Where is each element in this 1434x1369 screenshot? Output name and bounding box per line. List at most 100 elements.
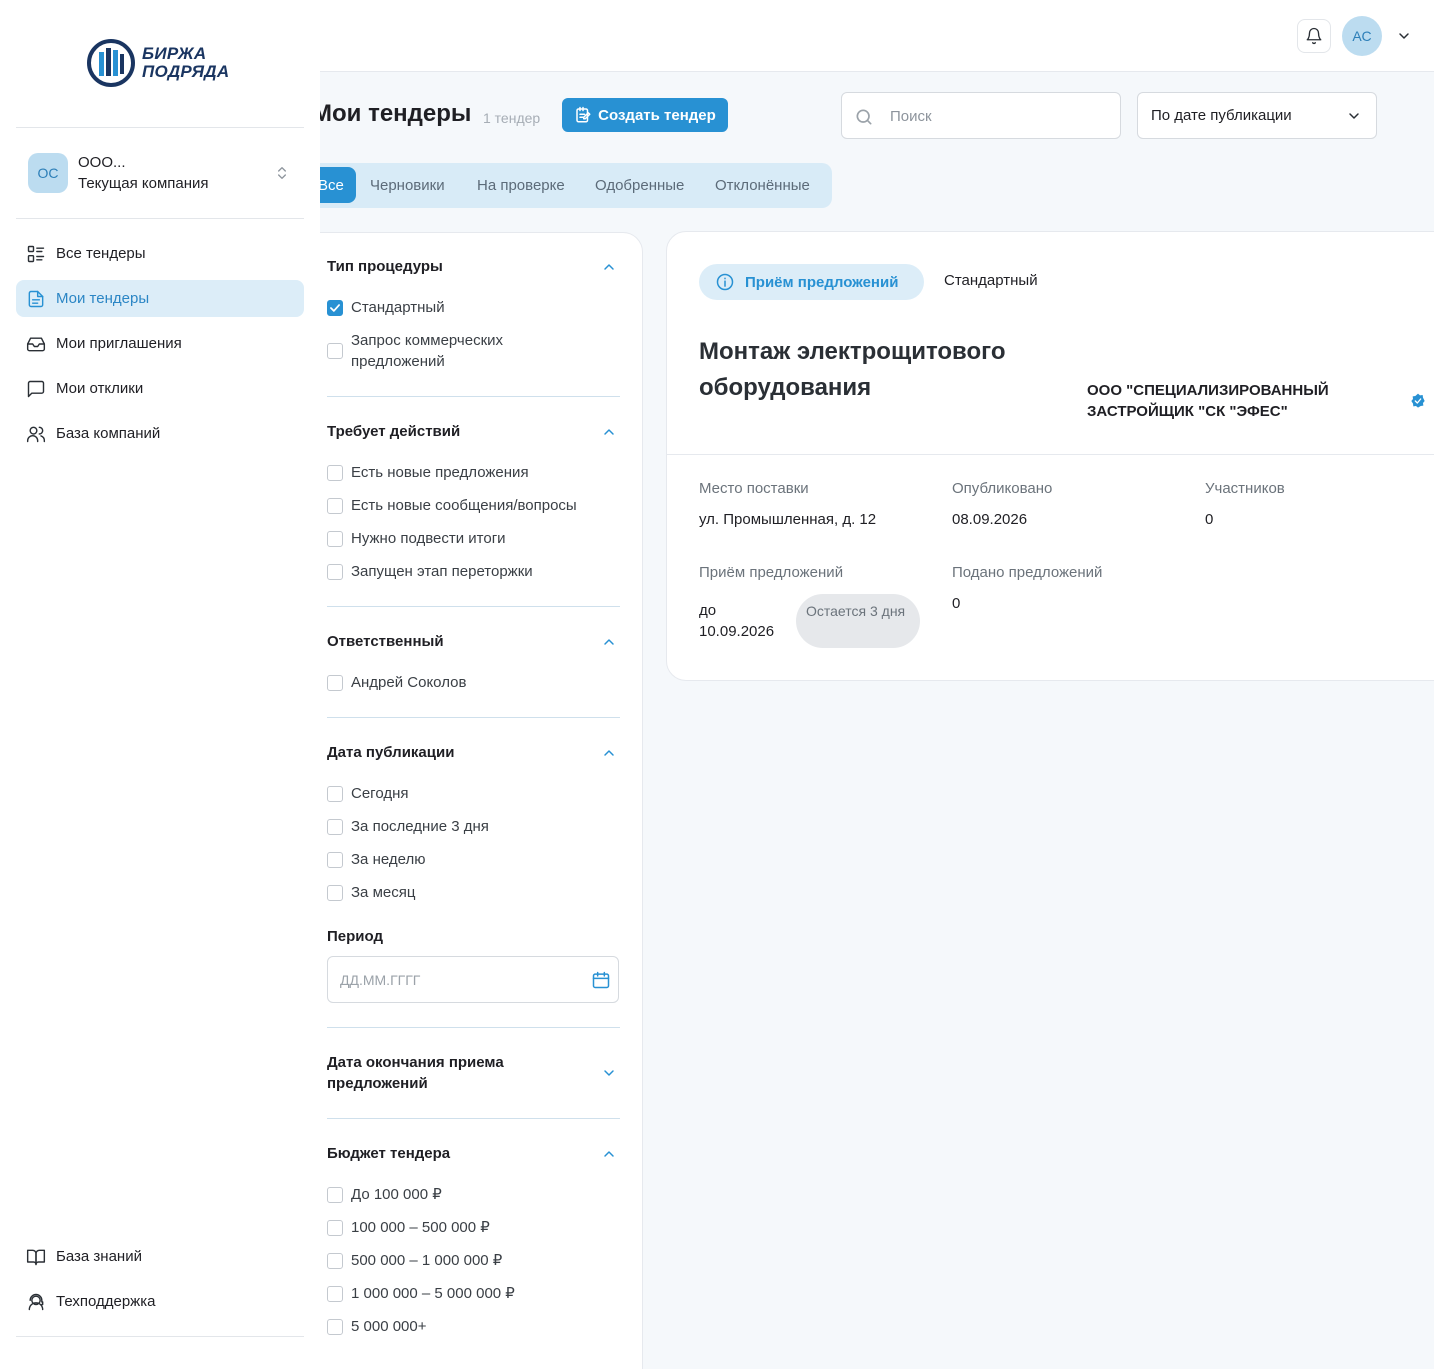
search-icon (856, 109, 872, 125)
sidebar-item-label: Мои приглашения (56, 335, 182, 352)
sidebar: БИРЖА ПОДРЯДА ОС ООО... Текущая компания… (0, 0, 320, 1369)
chevron-down-icon[interactable] (1396, 28, 1412, 44)
info-icon (716, 273, 734, 291)
tab-rejected[interactable]: Отклонённые (703, 167, 822, 203)
status-badge: Приём предложений (699, 264, 924, 300)
sidebar-item-label: Мои тендеры (56, 290, 150, 307)
search-input[interactable] (890, 105, 1110, 127)
checkbox-summarize[interactable] (327, 531, 343, 547)
sidebar-item-support[interactable]: Техподдержка (16, 1283, 304, 1320)
checkbox-label: Нужно подвести итоги (351, 530, 506, 547)
create-icon (576, 106, 591, 123)
company-switcher[interactable]: ОС ООО... Текущая компания (28, 153, 293, 193)
divider (16, 218, 304, 219)
checkbox-label: Есть новые предложения (351, 464, 529, 481)
place-label: Место поставки (699, 480, 809, 497)
divider (327, 1118, 620, 1119)
period-input[interactable] (340, 969, 580, 991)
checkbox-rebid[interactable] (327, 564, 343, 580)
status-tabs: Все Черновики На проверке Одобренные Отк… (306, 163, 832, 208)
logo-icon (87, 39, 135, 87)
checkbox-budget-4[interactable] (327, 1286, 343, 1302)
tab-approved[interactable]: Одобренные (583, 167, 696, 203)
filter-actions-title: Требует действий (327, 423, 461, 440)
chevron-up-icon[interactable] (601, 634, 617, 650)
chevron-up-icon[interactable] (601, 1146, 617, 1162)
verified-icon (1411, 393, 1425, 408)
sidebar-item-responses[interactable]: Мои отклики (16, 370, 304, 407)
list-icon (27, 245, 45, 262)
filters-panel (292, 232, 643, 1369)
checkbox-label: 500 000 – 1 000 000 ₽ (351, 1252, 503, 1269)
checkbox-label: За месяц (351, 884, 416, 901)
period-field[interactable] (327, 956, 619, 1003)
calendar-icon[interactable] (591, 970, 611, 990)
sidebar-item-companies[interactable]: База компаний (16, 415, 304, 452)
logo[interactable]: БИРЖА ПОДРЯДА (86, 38, 229, 88)
tab-review[interactable]: На проверке (465, 167, 577, 203)
page-title: Мои тендеры (312, 100, 472, 127)
sidebar-item-my-tenders[interactable]: Мои тендеры (16, 280, 304, 317)
checkbox-budget-2[interactable] (327, 1220, 343, 1236)
logo-line-1: БИРЖА (142, 44, 207, 63)
chat-icon (27, 380, 45, 397)
logo-text: БИРЖА ПОДРЯДА (142, 45, 229, 81)
checkbox-label: 1 000 000 – 5 000 000 ₽ (351, 1285, 515, 1302)
filter-procedure-title: Тип процедуры (327, 258, 443, 275)
notifications-button[interactable] (1297, 19, 1331, 53)
sidebar-item-knowledge[interactable]: База знаний (16, 1238, 304, 1275)
checkbox-label: За последние 3 дня (351, 818, 489, 835)
tender-count: 1 тендер (483, 110, 541, 126)
users-icon (26, 426, 46, 442)
participants-label: Участников (1205, 480, 1285, 497)
divider (327, 1027, 620, 1028)
checkbox-responsible[interactable] (327, 675, 343, 691)
checkbox-rfq[interactable] (327, 343, 343, 359)
chevron-down-icon[interactable] (601, 1065, 617, 1081)
search-box[interactable] (841, 92, 1121, 139)
tender-type: Стандартный (944, 272, 1038, 289)
book-icon (26, 1249, 46, 1265)
checkbox-budget-1[interactable] (327, 1187, 343, 1203)
company-avatar: ОС (28, 153, 68, 193)
sidebar-item-label: Техподдержка (56, 1293, 156, 1310)
logo-line-2: ПОДРЯДА (142, 62, 230, 81)
checkbox-today[interactable] (327, 786, 343, 802)
divider (327, 606, 620, 607)
sidebar-item-invitations[interactable]: Мои приглашения (16, 325, 304, 362)
deadline-value: до 10.09.2026 (699, 602, 775, 640)
divider (16, 1336, 304, 1337)
sidebar-item-all-tenders[interactable]: Все тендеры (16, 235, 304, 272)
divider (667, 454, 1434, 455)
bell-icon (1306, 27, 1322, 45)
chevron-up-icon[interactable] (601, 424, 617, 440)
divider (16, 127, 304, 128)
submitted-label: Подано предложений (952, 564, 1103, 581)
chevron-up-icon[interactable] (601, 745, 617, 761)
check-icon (330, 304, 340, 312)
submitted-value: 0 (952, 595, 961, 612)
checkbox-label: За неделю (351, 851, 426, 868)
create-tender-button[interactable]: Создать тендер (562, 98, 728, 132)
checkbox-label: 5 000 000+ (351, 1318, 427, 1335)
checkbox-month[interactable] (327, 885, 343, 901)
sort-select[interactable]: По дате публикации (1137, 92, 1377, 139)
inbox-icon (26, 336, 46, 351)
checkbox-3days[interactable] (327, 819, 343, 835)
checkbox-new-offers[interactable] (327, 465, 343, 481)
sidebar-item-label: База компаний (56, 425, 161, 442)
checkbox-budget-3[interactable] (327, 1253, 343, 1269)
tab-drafts[interactable]: Черновики (358, 167, 457, 203)
create-tender-label: Создать тендер (598, 106, 716, 124)
customer-name[interactable]: ООО "СПЕЦИАЛИЗИРОВАННЫЙ ЗАСТРОЙЩИК "СК "… (1087, 380, 1387, 422)
checkbox-new-messages[interactable] (327, 498, 343, 514)
checkbox-budget-5[interactable] (327, 1319, 343, 1335)
checkbox-label: Запущен этап переторжки (351, 563, 533, 580)
checkbox-week[interactable] (327, 852, 343, 868)
checkbox-standard[interactable] (327, 300, 343, 316)
checkbox-label: Сегодня (351, 785, 409, 802)
tender-title[interactable]: Монтаж электрощитового оборудования (699, 334, 1079, 406)
chevron-up-icon[interactable] (601, 259, 617, 275)
document-icon (28, 290, 44, 307)
user-avatar[interactable]: АС (1342, 16, 1382, 56)
